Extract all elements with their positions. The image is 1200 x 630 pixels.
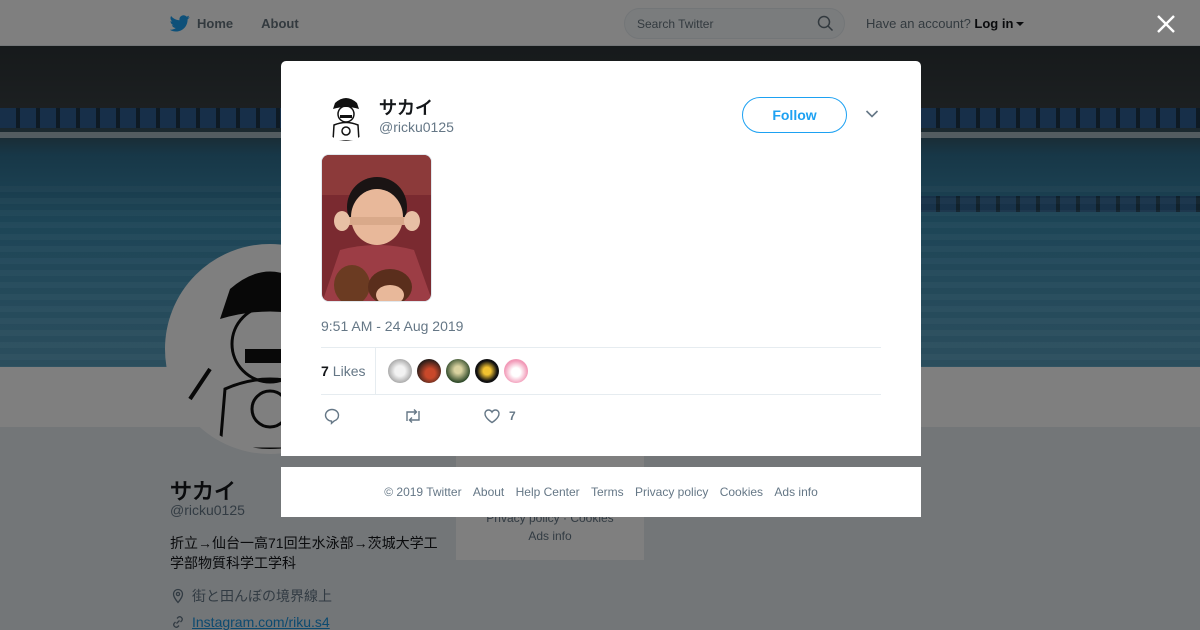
- tweet-stats: 7 Likes: [321, 347, 881, 395]
- follow-button[interactable]: Follow: [742, 97, 847, 133]
- tweet-author-handle[interactable]: @ricku0125: [379, 119, 454, 135]
- tweet-photo[interactable]: [321, 154, 432, 302]
- liker-avatar[interactable]: [446, 359, 470, 383]
- footer-cookies[interactable]: Cookies: [720, 485, 763, 499]
- retweet-button[interactable]: [403, 407, 423, 425]
- tweet-timestamp[interactable]: 9:51 AM - 24 Aug 2019: [321, 318, 463, 334]
- liker-avatar[interactable]: [417, 359, 441, 383]
- modal-footer: © 2019 Twitter About Help Center Terms P…: [281, 467, 921, 517]
- tweet-author-name[interactable]: サカイ: [379, 94, 433, 120]
- footer-terms[interactable]: Terms: [591, 485, 624, 499]
- likers-avatars: [388, 359, 533, 383]
- retweet-icon: [406, 409, 420, 423]
- footer-help[interactable]: Help Center: [516, 485, 580, 499]
- reply-icon: [324, 408, 340, 425]
- likes-count-value: 7: [321, 363, 329, 379]
- like-button[interactable]: 7: [483, 407, 516, 425]
- heart-icon: [484, 409, 500, 424]
- tweet-photo-image: [322, 155, 431, 301]
- tweet-modal: サカイ @ricku0125 Follow 9:51 AM - 24 Aug 2…: [281, 61, 921, 456]
- tweet-author-avatar[interactable]: [321, 91, 371, 141]
- footer-privacy[interactable]: Privacy policy: [635, 485, 708, 499]
- tweet-actions: 7: [321, 407, 621, 427]
- footer-ads[interactable]: Ads info: [774, 485, 817, 499]
- footer-copyright: © 2019 Twitter: [384, 485, 462, 499]
- footer-links: © 2019 Twitter About Help Center Terms P…: [281, 485, 921, 499]
- liker-avatar[interactable]: [388, 359, 412, 383]
- stats-divider: [375, 348, 376, 394]
- likes-stat[interactable]: 7 Likes: [321, 363, 365, 379]
- likes-count-label: Likes: [332, 363, 366, 379]
- reply-button[interactable]: [323, 407, 341, 425]
- liker-avatar[interactable]: [475, 359, 499, 383]
- close-icon[interactable]: [1155, 13, 1177, 35]
- liker-avatar[interactable]: [504, 359, 528, 383]
- chevron-down-icon[interactable]: [865, 109, 879, 119]
- like-action-count: 7: [509, 409, 516, 423]
- author-avatar-image: [321, 91, 371, 141]
- footer-about[interactable]: About: [473, 485, 504, 499]
